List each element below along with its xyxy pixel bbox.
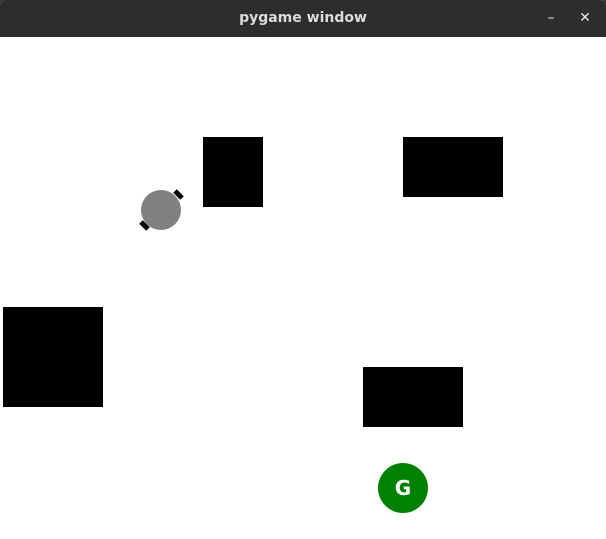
pygame-window: pygame window – ✕ G — [0, 0, 606, 539]
window-title: pygame window — [239, 10, 367, 26]
minimize-button[interactable]: – — [539, 6, 563, 30]
goal-label: G — [394, 476, 412, 500]
obstacle — [403, 137, 503, 197]
obstacle — [363, 367, 463, 427]
goal-marker: G — [378, 463, 428, 513]
close-button[interactable]: ✕ — [573, 6, 597, 30]
obstacle — [203, 137, 263, 207]
robot — [139, 189, 184, 231]
robot-body — [141, 190, 181, 230]
title-bar[interactable]: pygame window – ✕ — [0, 0, 606, 37]
obstacle — [3, 307, 103, 407]
game-canvas[interactable]: G — [3, 37, 603, 537]
